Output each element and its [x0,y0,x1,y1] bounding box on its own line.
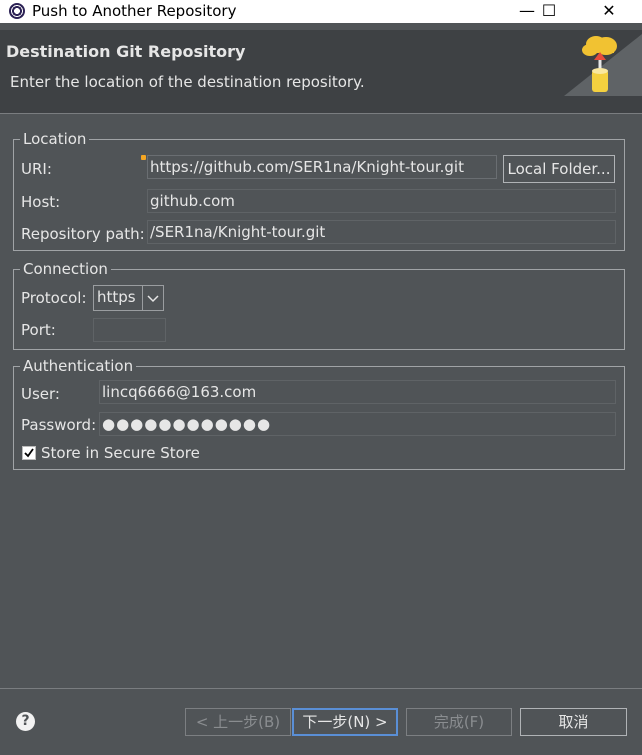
port-label: Port: [21,321,56,339]
git-push-cloud-icon [564,34,642,96]
host-input[interactable]: github.com [147,189,616,213]
uri-input[interactable]: https://github.com/SER1na/Knight-tour.gi… [147,155,497,179]
protocol-select[interactable]: https [93,285,164,311]
checkmark-icon [24,448,34,458]
wizard-banner: Destination Git Repository Enter the loc… [0,30,642,113]
next-button[interactable]: 下一步(N) > [292,708,398,736]
user-label: User: [21,385,60,403]
chevron-down-icon [142,286,159,310]
password-label: Password: [21,416,97,434]
host-label: Host: [21,193,61,211]
title-bar: Push to Another Repository — ☐ ✕ [0,0,642,23]
eclipse-app-icon [9,3,25,19]
local-folder-button[interactable]: Local Folder... [503,155,615,183]
page-title: Destination Git Repository [6,42,246,61]
cancel-button[interactable]: 取消 [520,708,627,736]
password-input[interactable]: ●●●●●●●●●●●● [99,412,616,436]
repository-path-input[interactable]: /SER1na/Knight-tour.git [147,220,616,244]
page-description: Enter the location of the destination re… [10,73,365,91]
banner-divider [0,113,642,114]
store-secure-checkbox[interactable] [22,446,36,460]
repository-path-label: Repository path: [21,225,145,243]
window-title: Push to Another Repository [32,2,237,20]
required-marker-icon [141,155,146,160]
authentication-legend: Authentication [20,358,137,374]
maximize-button[interactable]: ☐ [526,0,572,23]
footer-divider [0,688,642,689]
back-button[interactable]: < 上一步(B) [185,708,291,736]
uri-label: URI: [21,160,52,178]
protocol-label: Protocol: [21,289,87,307]
store-secure-label[interactable]: Store in Secure Store [41,444,200,462]
close-button[interactable]: ✕ [586,0,632,23]
connection-legend: Connection [20,261,111,277]
help-icon[interactable]: ? [16,712,35,731]
port-input[interactable] [93,318,166,342]
location-legend: Location [20,131,90,147]
finish-button[interactable]: 完成(F) [406,708,512,736]
protocol-value: https [97,288,136,306]
user-input[interactable]: lincq6666@163.com [99,380,616,404]
